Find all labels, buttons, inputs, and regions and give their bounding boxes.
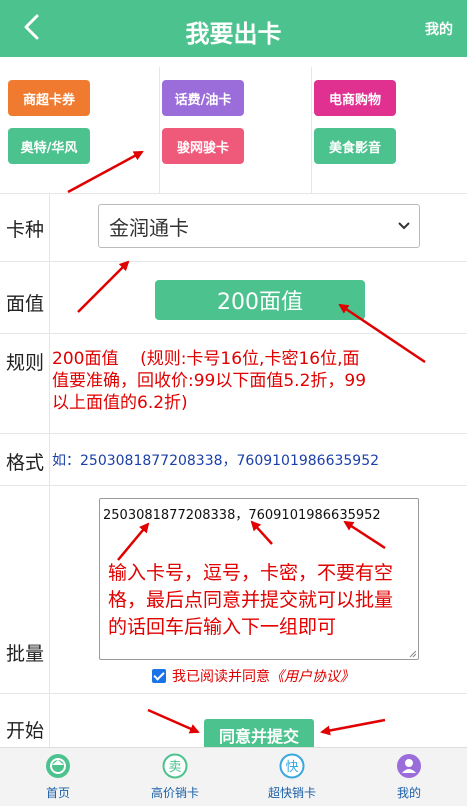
agree-checkbox[interactable] bbox=[152, 669, 166, 683]
fast-icon: 快 bbox=[279, 753, 305, 779]
row-label: 卡种 bbox=[0, 194, 50, 261]
row-label: 面值 bbox=[0, 262, 50, 333]
category-column: 话费/油卡 骏网骏卡 bbox=[160, 67, 312, 193]
user-icon bbox=[397, 754, 421, 778]
category-panel: 商超卡券 奥特/华风 话费/油卡 骏网骏卡 电商购物 美食影音 bbox=[0, 57, 467, 193]
tab-high-price[interactable]: 卖 高价销卡 bbox=[117, 748, 233, 806]
start-label: 开始 bbox=[6, 720, 45, 742]
row-label: 规则 bbox=[0, 334, 50, 433]
svg-text:快: 快 bbox=[285, 760, 298, 775]
bottom-tab-bar: 首页 卖 高价销卡 快 超快销卡 我的 bbox=[0, 747, 467, 806]
category-button[interactable]: 美食影音 bbox=[314, 128, 396, 164]
instruction-annotation: 输入卡号，逗号，卡密，不要有空格，最后点同意并提交就可以批量的话回车后输入下一组… bbox=[108, 562, 394, 638]
batch-label: 批量 bbox=[6, 643, 45, 665]
my-link[interactable]: 我的 bbox=[425, 19, 453, 39]
svg-text:卖: 卖 bbox=[168, 760, 181, 775]
row-label: 格式 bbox=[0, 434, 50, 485]
tab-label: 首页 bbox=[45, 786, 70, 800]
card-type-label: 卡种 bbox=[6, 219, 45, 241]
top-header: 我要出卡 我的 bbox=[0, 0, 467, 57]
resize-handle-icon[interactable] bbox=[409, 650, 417, 658]
user-agreement-link[interactable]: 《用户协议》 bbox=[270, 666, 354, 686]
card-type-row: 卡种 金润通卡 bbox=[0, 193, 467, 261]
sell-icon: 卖 bbox=[162, 753, 188, 779]
rules-row: 规则 200面值 (规则:卡号16位,卡密16位,面值要准确，回收价:99以下面… bbox=[0, 333, 467, 433]
format-row: 格式 如：2503081877208338，7609101986635952 bbox=[0, 433, 467, 485]
format-label: 格式 bbox=[6, 452, 45, 474]
category-column: 商超卡券 奥特/华风 bbox=[0, 67, 160, 193]
face-value-button[interactable]: 200面值 bbox=[155, 280, 365, 320]
textarea-value: 2503081877208338，7609101986635952 bbox=[103, 508, 381, 523]
tab-label: 高价销卡 bbox=[150, 786, 199, 800]
tab-label: 超快销卡 bbox=[267, 786, 316, 800]
card-type-select[interactable]: 金润通卡 bbox=[98, 204, 420, 248]
chevron-down-icon bbox=[398, 222, 410, 230]
tab-label: 我的 bbox=[396, 786, 421, 800]
tab-fast-sell[interactable]: 快 超快销卡 bbox=[234, 748, 350, 806]
rules-text: 200面值 (规则:卡号16位,卡密16位,面值要准确，回收价:99以下面值5.… bbox=[52, 349, 367, 413]
rules-label: 规则 bbox=[6, 352, 45, 374]
row-label: 批量 bbox=[0, 486, 50, 693]
row-label: 开始 bbox=[0, 694, 50, 747]
category-button[interactable]: 商超卡券 bbox=[8, 80, 90, 116]
category-button[interactable]: 骏网骏卡 bbox=[162, 128, 244, 164]
batch-row: 批量 2503081877208338，7609101986635952 输入卡… bbox=[0, 485, 467, 693]
page-title: 我要出卡 bbox=[185, 20, 282, 48]
category-column: 电商购物 美食影音 bbox=[312, 67, 467, 193]
card-type-value: 金润通卡 bbox=[109, 215, 189, 240]
format-example: 如：2503081877208338，7609101986635952 bbox=[52, 453, 380, 469]
category-button[interactable]: 奥特/华风 bbox=[8, 128, 90, 164]
start-row: 开始 同意并提交 bbox=[0, 693, 467, 751]
face-value-row: 面值 200面值 bbox=[0, 261, 467, 333]
tab-mine[interactable]: 我的 bbox=[351, 748, 467, 806]
category-button[interactable]: 电商购物 bbox=[314, 80, 396, 116]
home-icon bbox=[46, 754, 70, 778]
tab-home[interactable]: 首页 bbox=[0, 748, 116, 806]
category-button[interactable]: 话费/油卡 bbox=[162, 80, 244, 116]
agree-text: 我已阅读并同意 bbox=[172, 669, 270, 685]
agreement: 我已阅读并同意 《用户协议》 bbox=[152, 666, 354, 686]
face-value-label: 面值 bbox=[6, 293, 45, 315]
